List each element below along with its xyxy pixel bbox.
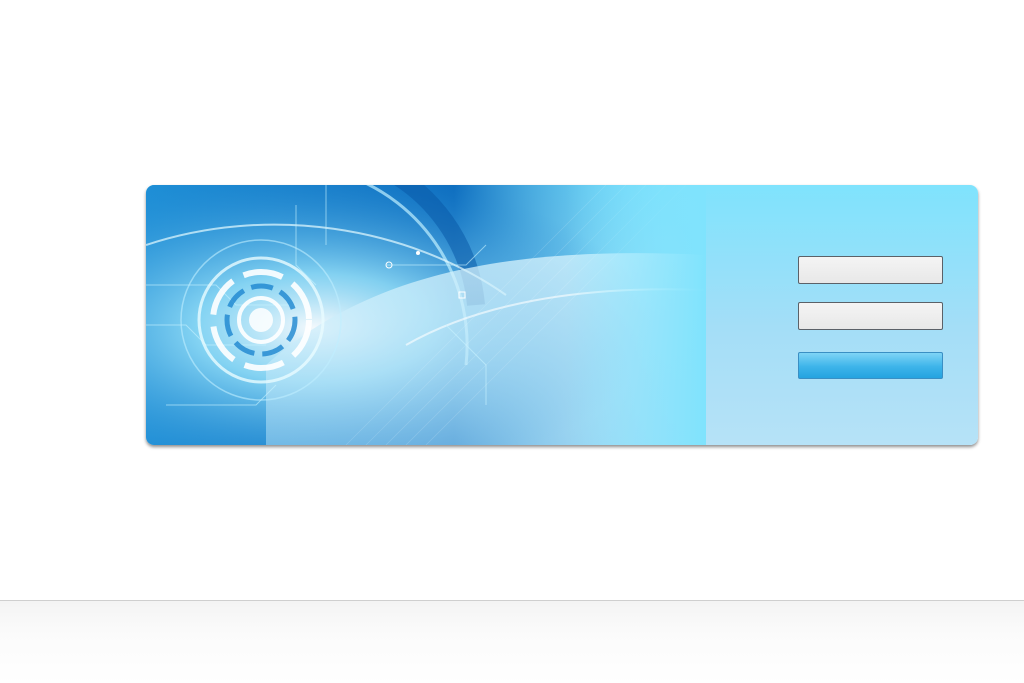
login-button[interactable]: [798, 352, 943, 379]
footer-band: [0, 600, 1024, 683]
login-page: [0, 0, 1024, 683]
login-panel: [146, 185, 978, 445]
login-form: [798, 256, 944, 379]
tech-circuit-banner-graphic: [146, 185, 706, 445]
password-input[interactable]: [798, 302, 943, 330]
username-input[interactable]: [798, 256, 943, 284]
